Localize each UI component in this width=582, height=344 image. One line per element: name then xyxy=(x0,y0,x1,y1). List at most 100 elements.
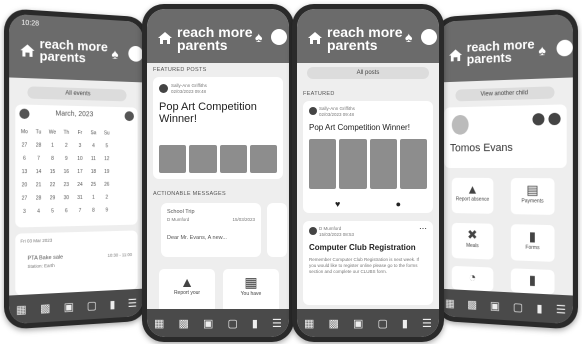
store-icon[interactable]: ▢ xyxy=(377,317,387,330)
absence-icon: ▲ xyxy=(466,181,479,197)
screen: reach more parents ♠ View another child T… xyxy=(438,13,573,325)
app-header: 10:28 reach more parents ♠ xyxy=(9,13,144,83)
calendar-tile[interactable]: ▦ You have xyxy=(223,269,279,313)
app-logo: reach more parents xyxy=(327,24,403,53)
info-icon[interactable] xyxy=(548,112,561,126)
author-avatar xyxy=(159,84,168,93)
post-author: D Mumford xyxy=(319,226,342,231)
profile-icon[interactable] xyxy=(271,29,287,45)
basket-icon[interactable]: ▣ xyxy=(353,317,363,330)
child-avatar xyxy=(451,114,469,135)
pie-chart-icon: ◔ xyxy=(468,269,477,285)
grid-icon[interactable]: ▦ xyxy=(154,317,164,330)
home-icon[interactable] xyxy=(448,48,463,62)
screen: reach more parents ♠ All posts FEATURED S… xyxy=(297,9,439,337)
menu-icon[interactable]: ☰ xyxy=(422,317,432,330)
gift-icon[interactable]: ▩ xyxy=(179,317,189,330)
event-date: Fri 03 Mar 2023 xyxy=(20,237,53,244)
more-icon[interactable]: ⋯ xyxy=(419,224,427,233)
event-title[interactable]: PTA Bake sale xyxy=(27,255,63,262)
event-time: 10:30 - 11:00 xyxy=(107,252,133,258)
calendar-card: March, 2023 Mo Tu We Th Fr Sa Su 27 28 1 2 3 4 5 678… xyxy=(15,104,138,228)
report-icon: ▲ xyxy=(180,274,194,290)
document-icon: ▮ xyxy=(528,228,537,244)
featured-post-card[interactable]: Sally-Ann Griffiths 02/03/2023 09:48 Pop… xyxy=(303,101,433,213)
gift-icon[interactable]: ▩ xyxy=(40,301,50,315)
post-date: 15/03/2023 08:53 xyxy=(319,232,355,237)
menu-icon[interactable]: ☰ xyxy=(556,302,566,316)
basket-icon[interactable]: ▣ xyxy=(490,299,500,313)
card-icon: ▤ xyxy=(526,182,539,198)
chart-tile[interactable]: ◔ xyxy=(451,265,494,292)
child-card: Tomos Evans xyxy=(444,104,567,169)
home-icon[interactable] xyxy=(19,43,35,58)
message-card-next[interactable] xyxy=(267,203,287,257)
view-another-child[interactable]: View another child xyxy=(455,86,555,102)
post-title: Pop Art Competition Winner! xyxy=(159,101,257,125)
chat-icon[interactable]: ▮ xyxy=(252,317,258,330)
post-image xyxy=(309,139,427,189)
store-icon[interactable]: ▢ xyxy=(513,300,523,314)
menu-icon[interactable]: ☰ xyxy=(128,296,137,309)
bell-icon[interactable]: ♠ xyxy=(538,42,545,59)
phone-icon[interactable] xyxy=(532,113,545,126)
message-date: 15/03/2023 xyxy=(232,217,255,222)
featured-section-label: FEATURED POSTS xyxy=(153,67,207,73)
gift-icon[interactable]: ▩ xyxy=(329,317,339,330)
message-card[interactable]: School Trip D Mumford 15/03/2023 Dear Mr… xyxy=(161,203,261,257)
profile-icon[interactable] xyxy=(128,45,144,62)
basket-icon[interactable]: ▣ xyxy=(203,317,213,330)
chat-icon[interactable]: ▮ xyxy=(110,297,116,310)
cutlery-icon: ✖ xyxy=(467,227,478,243)
calendar-grid: Mo Tu We Th Fr Sa Su 27 28 1 2 3 4 5 6 7 8 9 10 11 12 13 14… xyxy=(20,128,110,215)
document-icon: ▮ xyxy=(528,272,537,288)
profile-icon[interactable] xyxy=(556,39,573,57)
meals-tile[interactable]: ✖ Meals xyxy=(451,222,494,260)
tab-bar: ▦ ▩ ▣ ▢ ▮ ☰ xyxy=(297,309,439,337)
prev-month-icon[interactable] xyxy=(19,108,30,120)
grid-icon[interactable]: ▦ xyxy=(445,296,455,309)
heart-icon[interactable]: ♥ xyxy=(335,199,340,209)
next-month-icon[interactable] xyxy=(124,111,134,122)
app-header: reach more parents ♠ xyxy=(147,9,289,63)
grid-icon[interactable]: ▦ xyxy=(304,317,314,330)
store-icon[interactable]: ▢ xyxy=(227,317,237,330)
tab-bar: ▦ ▩ ▣ ▢ ▮ ☰ xyxy=(9,288,144,325)
post-author: Sally-Ann Griffiths xyxy=(171,83,207,88)
phone-calendar: 10:28 reach more parents ♠ All events Mar… xyxy=(3,8,148,330)
featured-post-card[interactable]: Sally-Ann Griffiths 02/03/2023 09:48 Pop… xyxy=(153,77,283,179)
forms-tile[interactable]: ▮ Forms xyxy=(510,224,555,262)
basket-icon[interactable]: ▣ xyxy=(64,300,74,314)
payments-tile[interactable]: ▤ Payments xyxy=(510,178,555,215)
child-name: Tomos Evans xyxy=(449,141,513,155)
bell-icon[interactable]: ♠ xyxy=(255,29,262,45)
home-icon[interactable] xyxy=(307,31,323,45)
report-tile[interactable]: ▲ Report your xyxy=(159,269,215,313)
post-body: Remember Computer Club Registration is n… xyxy=(309,257,420,274)
report-absence-tile[interactable]: ▲ Report absence xyxy=(451,177,494,214)
store-icon[interactable]: ▢ xyxy=(87,298,97,312)
author-avatar xyxy=(309,227,317,235)
all-posts-filter[interactable]: All posts xyxy=(307,67,429,79)
chat-icon[interactable]: ▮ xyxy=(536,301,542,315)
tab-bar: ▦ ▩ ▣ ▢ ▮ ☰ xyxy=(147,309,289,337)
comment-icon[interactable]: ● xyxy=(396,199,401,209)
all-events-filter[interactable]: All events xyxy=(27,86,127,102)
bell-icon[interactable]: ♠ xyxy=(111,46,118,62)
grid-icon[interactable]: ▦ xyxy=(16,302,27,316)
profile-icon[interactable] xyxy=(421,29,437,45)
screen: reach more parents ♠ FEATURED POSTS Sally… xyxy=(147,9,289,337)
chat-icon[interactable]: ▮ xyxy=(402,317,408,330)
menu-icon[interactable]: ☰ xyxy=(272,317,282,330)
status-time: 10:28 xyxy=(21,19,40,28)
post-card[interactable]: D Mumford 15/03/2023 08:53 ⋯ Computer Cl… xyxy=(303,221,433,305)
document-tile[interactable]: ▮ xyxy=(510,268,555,295)
screen: 10:28 reach more parents ♠ All events Mar… xyxy=(9,13,144,325)
gift-icon[interactable]: ▩ xyxy=(467,298,477,310)
app-logo: reach more parents xyxy=(39,35,108,66)
app-logo: reach more parents xyxy=(466,36,535,67)
home-icon[interactable] xyxy=(157,31,173,45)
event-location: Station: Earth xyxy=(27,262,55,270)
phone-all-posts: reach more parents ♠ All posts FEATURED S… xyxy=(292,4,444,342)
bell-icon[interactable]: ♠ xyxy=(405,29,412,45)
